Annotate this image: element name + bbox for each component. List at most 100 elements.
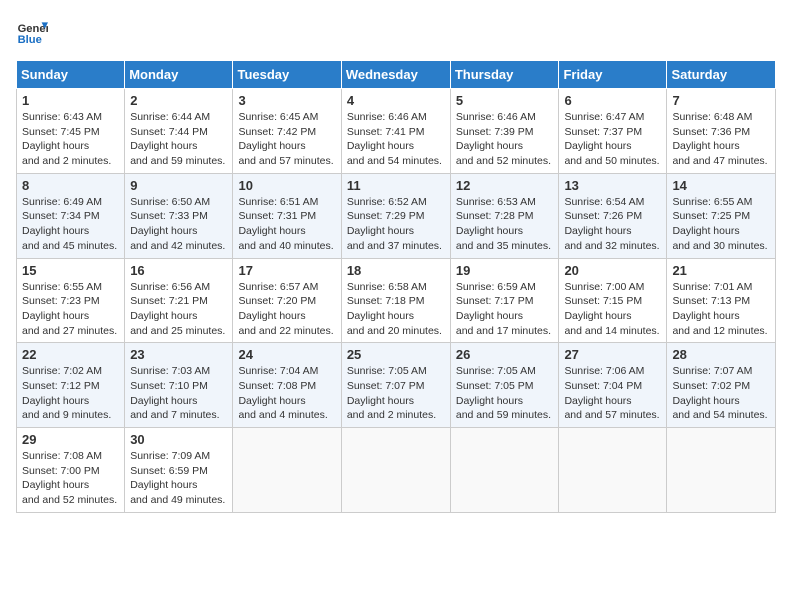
day-detail: Sunrise: 6:52 AMSunset: 7:29 PMDaylight … xyxy=(347,195,445,254)
day-number: 6 xyxy=(564,93,661,108)
day-number: 15 xyxy=(22,263,119,278)
day-number: 1 xyxy=(22,93,119,108)
day-cell: 18 Sunrise: 6:58 AMSunset: 7:18 PMDaylig… xyxy=(341,258,450,343)
day-detail: Sunrise: 6:59 AMSunset: 7:17 PMDaylight … xyxy=(456,280,554,339)
day-cell xyxy=(233,428,341,513)
day-detail: Sunrise: 6:51 AMSunset: 7:31 PMDaylight … xyxy=(238,195,335,254)
day-number: 25 xyxy=(347,347,445,362)
day-detail: Sunrise: 7:09 AMSunset: 6:59 PMDaylight … xyxy=(130,449,227,508)
day-header-monday: Monday xyxy=(125,61,233,89)
day-cell: 3 Sunrise: 6:45 AMSunset: 7:42 PMDayligh… xyxy=(233,89,341,174)
week-row-2: 8 Sunrise: 6:49 AMSunset: 7:34 PMDayligh… xyxy=(17,173,776,258)
day-number: 11 xyxy=(347,178,445,193)
day-cell xyxy=(667,428,776,513)
day-number: 26 xyxy=(456,347,554,362)
day-detail: Sunrise: 7:05 AMSunset: 7:05 PMDaylight … xyxy=(456,364,554,423)
day-number: 4 xyxy=(347,93,445,108)
day-header-friday: Friday xyxy=(559,61,667,89)
day-detail: Sunrise: 6:58 AMSunset: 7:18 PMDaylight … xyxy=(347,280,445,339)
day-cell: 22 Sunrise: 7:02 AMSunset: 7:12 PMDaylig… xyxy=(17,343,125,428)
day-cell: 14 Sunrise: 6:55 AMSunset: 7:25 PMDaylig… xyxy=(667,173,776,258)
calendar-table: SundayMondayTuesdayWednesdayThursdayFrid… xyxy=(16,60,776,513)
day-cell: 19 Sunrise: 6:59 AMSunset: 7:17 PMDaylig… xyxy=(450,258,559,343)
day-header-tuesday: Tuesday xyxy=(233,61,341,89)
day-number: 17 xyxy=(238,263,335,278)
day-detail: Sunrise: 6:45 AMSunset: 7:42 PMDaylight … xyxy=(238,110,335,169)
day-detail: Sunrise: 7:02 AMSunset: 7:12 PMDaylight … xyxy=(22,364,119,423)
day-cell: 17 Sunrise: 6:57 AMSunset: 7:20 PMDaylig… xyxy=(233,258,341,343)
day-cell: 11 Sunrise: 6:52 AMSunset: 7:29 PMDaylig… xyxy=(341,173,450,258)
day-number: 18 xyxy=(347,263,445,278)
day-cell: 15 Sunrise: 6:55 AMSunset: 7:23 PMDaylig… xyxy=(17,258,125,343)
day-cell: 27 Sunrise: 7:06 AMSunset: 7:04 PMDaylig… xyxy=(559,343,667,428)
day-number: 9 xyxy=(130,178,227,193)
day-detail: Sunrise: 6:57 AMSunset: 7:20 PMDaylight … xyxy=(238,280,335,339)
day-header-sunday: Sunday xyxy=(17,61,125,89)
day-cell: 21 Sunrise: 7:01 AMSunset: 7:13 PMDaylig… xyxy=(667,258,776,343)
day-cell: 25 Sunrise: 7:05 AMSunset: 7:07 PMDaylig… xyxy=(341,343,450,428)
day-number: 13 xyxy=(564,178,661,193)
day-number: 20 xyxy=(564,263,661,278)
day-detail: Sunrise: 6:55 AMSunset: 7:25 PMDaylight … xyxy=(672,195,770,254)
day-detail: Sunrise: 7:08 AMSunset: 7:00 PMDaylight … xyxy=(22,449,119,508)
day-header-wednesday: Wednesday xyxy=(341,61,450,89)
day-cell: 16 Sunrise: 6:56 AMSunset: 7:21 PMDaylig… xyxy=(125,258,233,343)
day-detail: Sunrise: 6:47 AMSunset: 7:37 PMDaylight … xyxy=(564,110,661,169)
day-detail: Sunrise: 6:50 AMSunset: 7:33 PMDaylight … xyxy=(130,195,227,254)
day-cell: 6 Sunrise: 6:47 AMSunset: 7:37 PMDayligh… xyxy=(559,89,667,174)
day-number: 10 xyxy=(238,178,335,193)
day-detail: Sunrise: 6:46 AMSunset: 7:39 PMDaylight … xyxy=(456,110,554,169)
day-cell: 30 Sunrise: 7:09 AMSunset: 6:59 PMDaylig… xyxy=(125,428,233,513)
day-number: 16 xyxy=(130,263,227,278)
day-cell xyxy=(450,428,559,513)
day-detail: Sunrise: 6:49 AMSunset: 7:34 PMDaylight … xyxy=(22,195,119,254)
week-row-5: 29 Sunrise: 7:08 AMSunset: 7:00 PMDaylig… xyxy=(17,428,776,513)
day-number: 21 xyxy=(672,263,770,278)
day-number: 7 xyxy=(672,93,770,108)
day-number: 24 xyxy=(238,347,335,362)
day-cell: 8 Sunrise: 6:49 AMSunset: 7:34 PMDayligh… xyxy=(17,173,125,258)
day-detail: Sunrise: 6:54 AMSunset: 7:26 PMDaylight … xyxy=(564,195,661,254)
day-cell: 5 Sunrise: 6:46 AMSunset: 7:39 PMDayligh… xyxy=(450,89,559,174)
day-number: 23 xyxy=(130,347,227,362)
week-row-4: 22 Sunrise: 7:02 AMSunset: 7:12 PMDaylig… xyxy=(17,343,776,428)
day-cell: 1 Sunrise: 6:43 AMSunset: 7:45 PMDayligh… xyxy=(17,89,125,174)
day-detail: Sunrise: 7:01 AMSunset: 7:13 PMDaylight … xyxy=(672,280,770,339)
day-cell: 26 Sunrise: 7:05 AMSunset: 7:05 PMDaylig… xyxy=(450,343,559,428)
day-cell: 2 Sunrise: 6:44 AMSunset: 7:44 PMDayligh… xyxy=(125,89,233,174)
day-header-thursday: Thursday xyxy=(450,61,559,89)
day-number: 14 xyxy=(672,178,770,193)
day-detail: Sunrise: 7:04 AMSunset: 7:08 PMDaylight … xyxy=(238,364,335,423)
logo: General Blue xyxy=(16,16,48,48)
day-number: 8 xyxy=(22,178,119,193)
day-detail: Sunrise: 6:55 AMSunset: 7:23 PMDaylight … xyxy=(22,280,119,339)
day-cell: 24 Sunrise: 7:04 AMSunset: 7:08 PMDaylig… xyxy=(233,343,341,428)
day-cell: 12 Sunrise: 6:53 AMSunset: 7:28 PMDaylig… xyxy=(450,173,559,258)
day-cell: 7 Sunrise: 6:48 AMSunset: 7:36 PMDayligh… xyxy=(667,89,776,174)
day-cell: 9 Sunrise: 6:50 AMSunset: 7:33 PMDayligh… xyxy=(125,173,233,258)
day-detail: Sunrise: 6:44 AMSunset: 7:44 PMDaylight … xyxy=(130,110,227,169)
day-detail: Sunrise: 7:03 AMSunset: 7:10 PMDaylight … xyxy=(130,364,227,423)
day-header-saturday: Saturday xyxy=(667,61,776,89)
day-detail: Sunrise: 7:07 AMSunset: 7:02 PMDaylight … xyxy=(672,364,770,423)
day-detail: Sunrise: 7:00 AMSunset: 7:15 PMDaylight … xyxy=(564,280,661,339)
day-detail: Sunrise: 6:43 AMSunset: 7:45 PMDaylight … xyxy=(22,110,119,169)
day-cell: 28 Sunrise: 7:07 AMSunset: 7:02 PMDaylig… xyxy=(667,343,776,428)
week-row-3: 15 Sunrise: 6:55 AMSunset: 7:23 PMDaylig… xyxy=(17,258,776,343)
day-cell: 29 Sunrise: 7:08 AMSunset: 7:00 PMDaylig… xyxy=(17,428,125,513)
day-cell xyxy=(559,428,667,513)
day-number: 27 xyxy=(564,347,661,362)
day-number: 19 xyxy=(456,263,554,278)
day-cell: 20 Sunrise: 7:00 AMSunset: 7:15 PMDaylig… xyxy=(559,258,667,343)
day-number: 5 xyxy=(456,93,554,108)
day-number: 29 xyxy=(22,432,119,447)
day-detail: Sunrise: 6:56 AMSunset: 7:21 PMDaylight … xyxy=(130,280,227,339)
day-number: 3 xyxy=(238,93,335,108)
day-number: 2 xyxy=(130,93,227,108)
day-number: 28 xyxy=(672,347,770,362)
day-detail: Sunrise: 7:05 AMSunset: 7:07 PMDaylight … xyxy=(347,364,445,423)
day-cell: 4 Sunrise: 6:46 AMSunset: 7:41 PMDayligh… xyxy=(341,89,450,174)
day-cell: 13 Sunrise: 6:54 AMSunset: 7:26 PMDaylig… xyxy=(559,173,667,258)
day-cell xyxy=(341,428,450,513)
svg-text:Blue: Blue xyxy=(18,34,42,46)
